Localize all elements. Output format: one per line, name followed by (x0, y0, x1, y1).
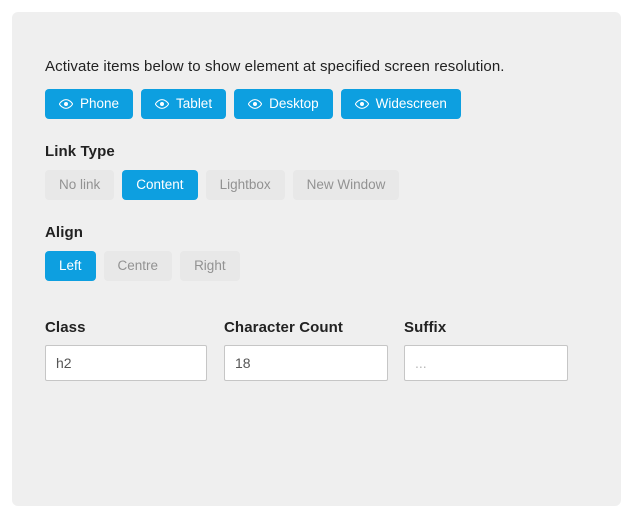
link-type-button-group: No link Content Lightbox New Window (45, 170, 601, 200)
link-type-section: Link Type No link Content Lightbox New W… (45, 143, 601, 200)
eye-icon (59, 97, 73, 111)
link-type-option-new-window[interactable]: New Window (292, 170, 400, 200)
settings-panel: Activate items below to show element at … (12, 12, 621, 506)
resolution-button-label: Widescreen (375, 96, 447, 112)
class-field-group: Class (45, 319, 207, 381)
resolution-button-label: Phone (80, 96, 120, 112)
character-count-input[interactable] (224, 345, 388, 381)
link-type-option-no-link[interactable]: No link (45, 170, 115, 200)
character-count-field-group: Character Count (224, 319, 388, 381)
align-option-right[interactable]: Right (180, 251, 240, 281)
panel-content: Activate items below to show element at … (45, 57, 601, 381)
character-count-field-label: Character Count (224, 319, 344, 336)
eye-icon (248, 97, 263, 111)
resolution-button-phone[interactable]: Phone (45, 89, 134, 119)
suffix-field-group: Suffix (404, 319, 568, 381)
intro-text: Activate items below to show element at … (45, 58, 505, 75)
resolution-button-label: Tablet (176, 96, 213, 112)
link-type-label: Link Type (45, 143, 115, 160)
align-option-centre[interactable]: Centre (103, 251, 173, 281)
suffix-input[interactable] (404, 345, 568, 381)
align-button-group: Left Centre Right (45, 251, 601, 281)
align-label: Align (45, 224, 83, 241)
class-input[interactable] (45, 345, 207, 381)
suffix-field-label: Suffix (404, 319, 447, 336)
resolution-button-group: Phone Tablet Desktop Widescreen (45, 89, 601, 119)
align-option-left[interactable]: Left (45, 251, 96, 281)
resolution-button-widescreen[interactable]: Widescreen (340, 89, 461, 119)
link-type-option-content[interactable]: Content (122, 170, 198, 200)
resolution-button-label: Desktop (269, 96, 319, 112)
resolution-button-desktop[interactable]: Desktop (234, 89, 333, 119)
align-section: Align Left Centre Right (45, 224, 601, 281)
link-type-option-lightbox[interactable]: Lightbox (205, 170, 285, 200)
eye-icon (354, 97, 369, 111)
class-field-label: Class (45, 319, 86, 336)
eye-icon (155, 97, 170, 111)
fields-row: Class Character Count Suffix (45, 319, 601, 381)
resolution-button-tablet[interactable]: Tablet (141, 89, 227, 119)
